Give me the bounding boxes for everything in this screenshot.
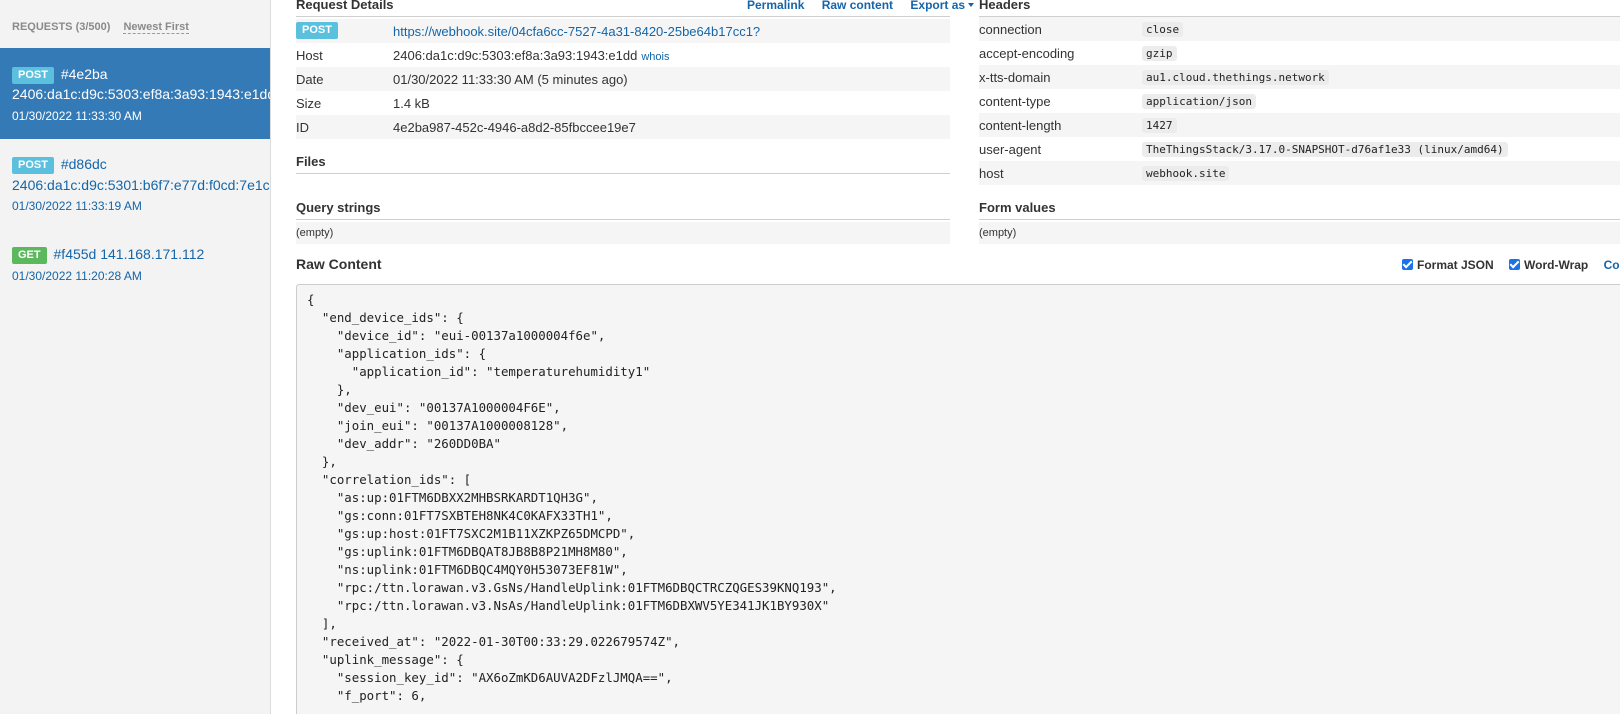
raw-json-content: { "end_device_ids": { "device_id": "eui-… [307,292,837,703]
query-strings-empty: (empty) [296,222,950,244]
header-key: user-agent [979,142,1042,157]
empty-text: (empty) [296,227,334,239]
files-title: Files [296,154,326,169]
header-row: content-type application/json [979,89,1620,113]
form-values-empty: (empty) [979,222,1620,244]
requests-header: REQUESTS (3/500) Newest First [12,21,189,34]
header-value: TheThingsStack/3.17.0-SNAPSHOT-d76af1e33… [1142,142,1508,157]
detail-actions: Permalink Raw content Export as [733,0,975,12]
requests-count: REQUESTS (3/500) [12,21,111,33]
header-key: accept-encoding [979,46,1075,61]
request-ip: 2406:da1c:d9c:5301:b6f7:e77d:f0cd:7e1c [12,177,270,193]
date-row: Date 01/30/2022 11:33:30 AM (5 minutes a… [296,67,950,91]
raw-content-link[interactable]: Raw content [822,0,893,12]
host-value: 2406:da1c:d9c:5303:ef8a:3a93:1943:e1dd [393,48,638,63]
method-badge: POST [12,157,54,174]
checkbox-checked-icon[interactable] [1402,259,1413,270]
query-strings-title: Query strings [296,200,381,215]
request-time: 01/30/2022 11:33:19 AM [12,199,142,213]
id-row: ID 4e2ba987-452c-4946-a8d2-85fbccee19e7 [296,115,950,139]
copy-link[interactable]: Co [1604,258,1620,272]
id-key: ID [296,120,309,135]
form-values-title: Form values [979,200,1056,215]
size-key: Size [296,96,322,111]
method-badge: POST [296,22,338,39]
header-row: accept-encoding gzip [979,41,1620,65]
request-time: 01/30/2022 11:33:30 AM [12,109,142,123]
divider [296,173,950,174]
word-wrap-toggle[interactable]: Word-Wrap [1509,258,1588,272]
request-id: #f455d [53,246,97,262]
url-row: POST https://webhook.site/04cfa6cc-7527-… [296,19,950,43]
header-value: 1427 [1142,118,1177,133]
method-badge: POST [12,67,54,84]
method-badge: GET [12,247,47,264]
size-value: 1.4 kB [393,96,430,111]
caret-down-icon [968,3,975,7]
header-value: application/json [1142,94,1256,109]
header-row: user-agent TheThingsStack/3.17.0-SNAPSHO… [979,137,1620,161]
header-key: x-tts-domain [979,70,1051,85]
request-url-link[interactable]: https://webhook.site/04cfa6cc-7527-4a31-… [393,24,760,39]
header-value: au1.cloud.thethings.network [1142,70,1329,85]
request-id: #4e2ba [60,66,108,82]
whois-link[interactable]: whois [641,51,669,63]
request-ip: 141.168.171.112 [100,246,205,262]
header-row: host webhook.site [979,161,1620,185]
date-key: Date [296,72,324,87]
size-row: Size 1.4 kB [296,91,950,115]
host-key: Host [296,48,323,63]
divider [296,219,950,220]
request-id: #d86dc [60,156,107,172]
divider [296,16,950,17]
header-row: connection close [979,17,1620,41]
request-item[interactable]: POST #d86dc 2406:da1c:d9c:5301:b6f7:e77d… [0,139,270,229]
divider [979,219,1620,220]
raw-content-box[interactable]: { "end_device_ids": { "device_id": "eui-… [296,284,1620,714]
id-value: 4e2ba987-452c-4946-a8d2-85fbccee19e7 [393,120,636,135]
raw-content-options: Format JSON Word-Wrap Co [1402,258,1620,272]
request-sidebar: REQUESTS (3/500) Newest First POST #4e2b… [0,0,271,714]
request-time: 01/30/2022 11:20:28 AM [12,269,142,283]
export-label: Export as [910,0,966,12]
request-details-title: Request Details [296,0,394,12]
format-json-label: Format JSON [1417,258,1494,272]
header-key: host [979,166,1004,181]
empty-text: (empty) [979,227,1017,239]
permalink-link[interactable]: Permalink [747,0,804,12]
header-key: connection [979,22,1042,37]
checkbox-checked-icon[interactable] [1509,259,1521,270]
request-item[interactable]: GET #f455d 141.168.171.112 01/30/2022 11… [0,229,270,289]
word-wrap-label: Word-Wrap [1524,258,1589,272]
header-value: webhook.site [1142,166,1230,181]
raw-content-title: Raw Content [296,256,382,272]
sort-toggle[interactable]: Newest First [123,21,189,34]
header-key: content-type [979,94,1051,109]
date-value: 01/30/2022 11:33:30 AM (5 minutes ago) [393,72,628,87]
main-panel: Request Details Permalink Raw content Ex… [271,0,1620,714]
header-value: gzip [1142,46,1177,61]
request-ip: 2406:da1c:d9c:5303:ef8a:3a93:1943:e1dd [12,86,270,102]
export-dropdown[interactable]: Export as [910,0,975,12]
headers-title: Headers [979,0,1031,12]
format-json-toggle[interactable]: Format JSON [1402,258,1494,272]
header-key: content-length [979,118,1062,133]
host-row: Host 2406:da1c:d9c:5303:ef8a:3a93:1943:e… [296,43,950,67]
request-item[interactable]: POST #4e2ba 2406:da1c:d9c:5303:ef8a:3a93… [0,48,270,139]
header-row: content-length 1427 [979,113,1620,137]
header-value: close [1142,22,1184,37]
header-row: x-tts-domain au1.cloud.thethings.network [979,65,1620,89]
